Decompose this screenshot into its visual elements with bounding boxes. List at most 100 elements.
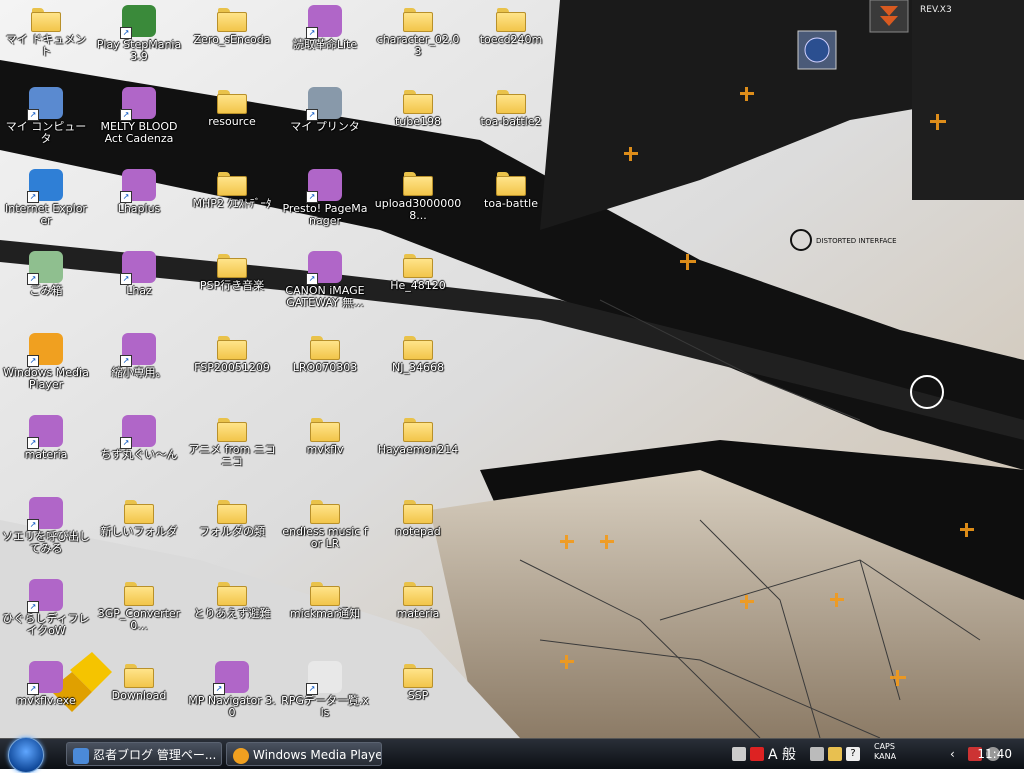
desktop-icon[interactable]: ↗ ごみ箱 — [0, 248, 92, 328]
task-button-browser[interactable]: 忍者ブログ 管理ペー... — [66, 742, 222, 766]
internet-explorer-icon: ↗ — [27, 169, 63, 203]
desktop-icon[interactable]: ↗ マイ コンピュータ — [0, 84, 92, 164]
desktop-icon[interactable]: アニメ from ニコニコ — [186, 412, 278, 492]
desktop-icon-label: Lhaplus — [117, 202, 161, 215]
desktop-icon-label: Presto! PageManager — [282, 202, 368, 227]
desktop-icon[interactable]: tube198 — [372, 84, 464, 164]
desktop-icon[interactable]: toa-battle — [465, 166, 557, 246]
desktop-icon-label: 3GP_Converter0... — [97, 607, 181, 632]
folder-icon — [310, 582, 340, 606]
desktop-icon[interactable]: ↗ 読取革命Lite — [279, 2, 371, 82]
desktop-icon[interactable]: ↗ CANON iMAGE GATEWAY 無... — [279, 248, 371, 328]
desktop-icon[interactable]: ↗ RPGデータ一覧.xls — [279, 658, 371, 738]
desktop-icon-label: ソエリを呼び出してみる — [2, 530, 90, 555]
desktop-icon[interactable]: 新しいフォルダ — [93, 494, 185, 574]
desktop-icon[interactable]: ↗ Internet Explorer — [0, 166, 92, 246]
desktop-icon[interactable]: ↗ 縮小専用。 — [93, 330, 185, 410]
shortcut-arrow-icon: ↗ — [306, 191, 318, 203]
ime-tool-icon[interactable] — [810, 747, 824, 761]
desktop-icon[interactable]: mickmar通知 — [279, 576, 371, 656]
desktop-icon[interactable]: ↗ MELTY BLOOD Act Cadenza — [93, 84, 185, 164]
help-icon[interactable]: ? — [846, 747, 860, 761]
desktop-icon[interactable]: ↗ マイ プリンタ — [279, 84, 371, 164]
desktop-icon[interactable]: ↗ mvkflv.exe — [0, 658, 92, 738]
tray-expand-icon[interactable]: ‹ — [950, 747, 964, 761]
desktop-icon-label: MHP2 ｸｴｽﾄﾃﾞｰﾀ — [192, 197, 272, 210]
taskbar: 忍者ブログ 管理ペー... Windows Media Player A 般 ?… — [0, 737, 1024, 773]
desktop-icon[interactable]: endless music for LR — [279, 494, 371, 574]
desktop-icon[interactable]: 3GP_Converter0... — [93, 576, 185, 656]
folder-icon — [496, 172, 526, 196]
desktop-icon[interactable]: ↗ MP Navigator 3.0 — [186, 658, 278, 738]
desktop-icon-label: notepad — [395, 525, 441, 538]
desktop-icon[interactable]: ↗ Lhaz — [93, 248, 185, 328]
desktop-icon[interactable]: ↗ ひぐらしディフレイクoW — [0, 576, 92, 656]
desktop-icon[interactable]: LRO070303 — [279, 330, 371, 410]
desktop-icon-label: toa-battle — [484, 197, 538, 210]
desktop-icon[interactable]: SSP — [372, 658, 464, 738]
ime-dictionary-icon[interactable] — [828, 747, 842, 761]
desktop-icon-label: 新しいフォルダ — [100, 525, 178, 538]
shortcut-arrow-icon: ↗ — [120, 273, 132, 285]
folder-icon — [31, 8, 61, 32]
folder-icon — [217, 8, 247, 32]
desktop-icon-label: Lhaz — [126, 284, 152, 297]
desktop-icon-label: Play StepMania 3.9 — [96, 38, 182, 63]
desktop-icon-label: tube198 — [394, 115, 442, 128]
desktop-icon[interactable]: toa-battle2 — [465, 84, 557, 164]
ime-status: CAPS KANA — [874, 742, 896, 762]
desktop-icon[interactable]: upload30000008... — [372, 166, 464, 246]
desktop-icon[interactable]: PSP行き音楽 — [186, 248, 278, 328]
desktop-icon[interactable]: He_48120 — [372, 248, 464, 328]
shortcut-arrow-icon: ↗ — [27, 355, 39, 367]
desktop-icon-label: mvkflv.exe — [16, 694, 76, 707]
shortcut-arrow-icon: ↗ — [306, 109, 318, 121]
shortcut-arrow-icon: ↗ — [27, 437, 39, 449]
desktop-icon[interactable]: character_02.03 — [372, 2, 464, 82]
clock[interactable]: 11:40 — [977, 747, 1012, 761]
desktop-icon-label: マイ コンピュータ — [5, 120, 87, 145]
desktop-icon[interactable]: MHP2 ｸｴｽﾄﾃﾞｰﾀ — [186, 166, 278, 246]
desktop-icon[interactable]: ↗ Play StepMania 3.9 — [93, 2, 185, 82]
desktop-icon[interactable]: toecd240m — [465, 2, 557, 82]
ime-mode[interactable]: A 般 — [768, 744, 796, 764]
app-icon: ↗ — [27, 415, 63, 449]
desktop-icon[interactable]: フォルダの類 — [186, 494, 278, 574]
task-button-media-player[interactable]: Windows Media Player — [226, 742, 382, 766]
app-icon: ↗ — [120, 415, 156, 449]
desktop-icon[interactable]: マイ ドキュメント — [0, 2, 92, 82]
desktop-icon[interactable]: NJ_34668 — [372, 330, 464, 410]
desktop-icon[interactable]: resource — [186, 84, 278, 164]
keyboard-icon[interactable] — [732, 747, 746, 761]
desktop-icon-label: toa-battle2 — [480, 115, 542, 128]
app-icon: ↗ — [27, 497, 63, 531]
caps-indicator: CAPS — [874, 742, 895, 751]
desktop-icon[interactable]: Download — [93, 658, 185, 738]
desktop-icon[interactable]: Hayaemon214 — [372, 412, 464, 492]
desktop-icon-label: Hayaemon214 — [377, 443, 459, 456]
desktop-icon-label: Windows Media Player — [3, 366, 89, 391]
app-icon: ↗ — [213, 661, 249, 695]
desktop-icon[interactable]: mvkflv — [279, 412, 371, 492]
system-tray: A 般 ? CAPS KANA ‹ 11:40 — [724, 739, 1024, 769]
desktop-icon-label: LRO070303 — [292, 361, 358, 374]
desktop-icon[interactable]: FSP20051209 — [186, 330, 278, 410]
wallpaper-brand: REV.X3 — [920, 5, 952, 15]
desktop-icon[interactable]: ↗ Presto! PageManager — [279, 166, 371, 246]
app-icon: ↗ — [27, 661, 63, 695]
desktop-icon-label: マイ プリンタ — [290, 120, 360, 133]
folder-icon — [217, 336, 247, 360]
desktop-icon[interactable]: ↗ Windows Media Player — [0, 330, 92, 410]
desktop-icon[interactable]: ↗ ちず丸ぐい～ん — [93, 412, 185, 492]
desktop-icon-label: mvkflv — [306, 443, 344, 456]
ime-pen-icon[interactable] — [750, 747, 764, 761]
desktop-icon[interactable]: ↗ materia — [0, 412, 92, 492]
desktop-icon[interactable]: とりあえず避難 — [186, 576, 278, 656]
desktop-icon[interactable]: ↗ ソエリを呼び出してみる — [0, 494, 92, 574]
desktop-icon[interactable]: ↗ Lhaplus — [93, 166, 185, 246]
desktop-icon[interactable]: materia — [372, 576, 464, 656]
desktop-icon[interactable]: notepad — [372, 494, 464, 574]
desktop-icon[interactable]: Zero_sEncoda — [186, 2, 278, 82]
recycle-bin-icon: ↗ — [27, 251, 63, 285]
shortcut-arrow-icon: ↗ — [27, 519, 39, 531]
